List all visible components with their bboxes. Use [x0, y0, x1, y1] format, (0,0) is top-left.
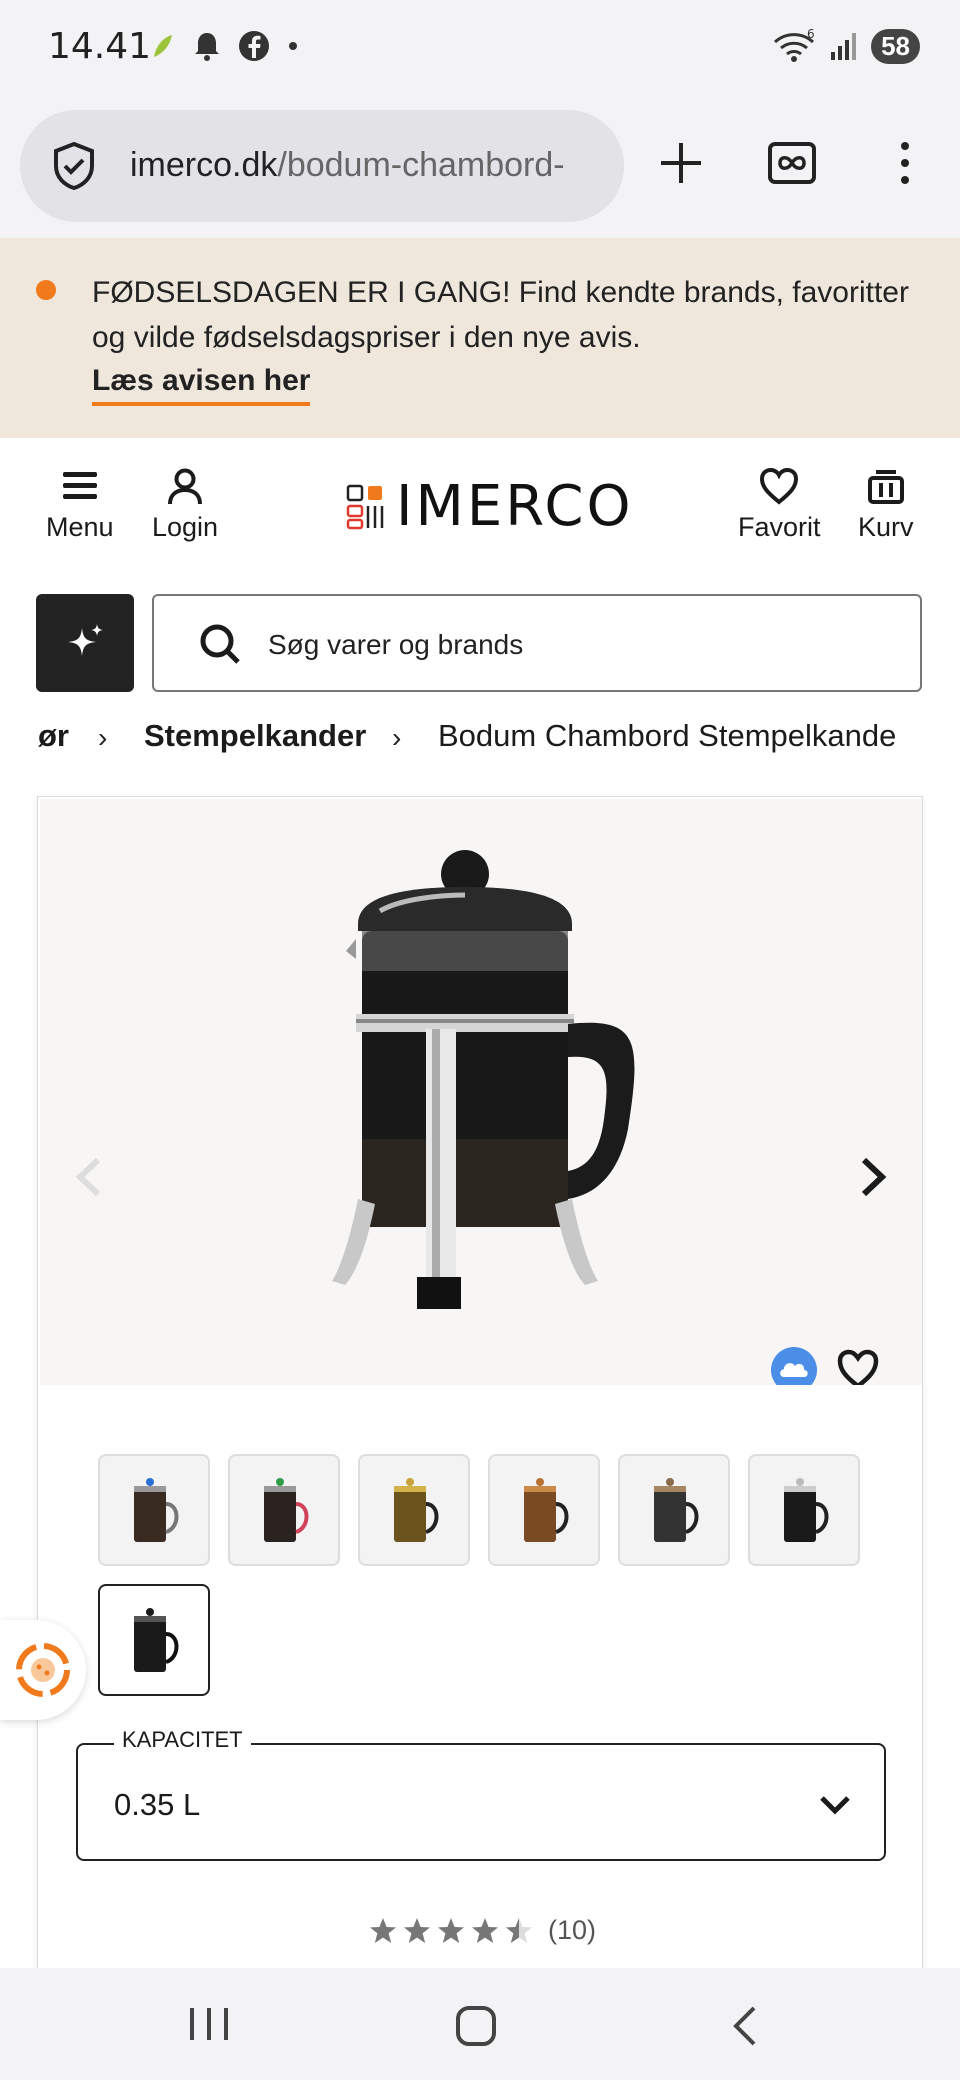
star-icon: [370, 1917, 396, 1943]
hamburger-icon: [62, 472, 97, 499]
url-host: imerco.dk: [130, 146, 278, 184]
back-icon[interactable]: [728, 2004, 762, 2048]
leaf-icon: [154, 35, 172, 57]
user-icon: [168, 468, 203, 505]
favorite-label: Favorit: [738, 512, 821, 542]
ai-assistant-button[interactable]: [36, 594, 134, 692]
promo-text: FØDSELSDAGEN ER I GANG! Find kendte bran…: [92, 276, 909, 354]
thumbnail[interactable]: [488, 1454, 600, 1566]
thumbnail[interactable]: [358, 1454, 470, 1566]
menu-label: Menu: [46, 512, 114, 542]
heart-icon: [760, 467, 799, 505]
french-press-thumb: [784, 1478, 829, 1542]
search-input[interactable]: Søg varer og brands: [152, 594, 922, 692]
recycle-icon: [16, 1643, 70, 1697]
french-press-thumb: [134, 1608, 179, 1672]
thumbnail[interactable]: [98, 1454, 210, 1566]
shield-icon[interactable]: [50, 140, 98, 192]
next-image-icon[interactable]: [856, 1154, 892, 1200]
more-options-icon[interactable]: [888, 138, 922, 188]
menu-button[interactable]: Menu: [46, 466, 114, 543]
french-press-thumb: [134, 1478, 179, 1542]
french-press-thumb: [394, 1478, 439, 1542]
search-row: Søg varer og brands: [0, 584, 960, 704]
french-press-thumb: [524, 1478, 569, 1542]
logo-mark-icon: [346, 484, 384, 529]
address-bar[interactable]: imerco.dk/bodum-chambord-: [20, 110, 624, 222]
logo-text: IMERCO: [396, 474, 634, 539]
battery-indicator: 58: [871, 28, 920, 64]
system-status: 6 58: [771, 28, 920, 64]
product-card: KAPACITET 0.35 L (10): [37, 796, 923, 1996]
chevron-right-icon: ›: [98, 722, 108, 753]
capacity-value: 0.35 L: [114, 1787, 201, 1822]
sparkle-icon: [68, 624, 103, 656]
capacity-select[interactable]: KAPACITET 0.35 L: [76, 1727, 886, 1861]
wifi-badge: 6: [807, 28, 815, 41]
status-time: 14.41: [48, 26, 152, 67]
promo-dot-icon: [36, 280, 56, 300]
cart-button[interactable]: Kurv: [858, 466, 914, 543]
star-icon: [472, 1917, 498, 1943]
favorites-button[interactable]: Favorit: [738, 466, 821, 543]
french-press-image: [332, 850, 635, 1309]
recent-apps-icon[interactable]: [186, 2004, 232, 2044]
heart-icon[interactable]: [835, 1347, 881, 1385]
url-text[interactable]: imerco.dk/bodum-chambord-: [130, 146, 565, 185]
login-button[interactable]: Login: [152, 466, 218, 543]
thumbnail[interactable]: [748, 1454, 860, 1566]
browser-toolbar: imerco.dk/bodum-chambord-: [0, 100, 960, 238]
chevron-down-icon: [820, 1796, 850, 1815]
notification-icons: [150, 30, 300, 62]
new-tab-icon[interactable]: [656, 138, 706, 188]
search-icon: [200, 624, 240, 664]
rating[interactable]: (10): [368, 1915, 596, 1946]
breadcrumb-current: Bodum Chambord Stempelkande: [438, 718, 897, 753]
half-star-icon: [506, 1917, 532, 1943]
promo-banner: FØDSELSDAGEN ER I GANG! Find kendte bran…: [0, 238, 960, 438]
breadcrumb-item[interactable]: ør: [38, 718, 69, 754]
signal-icon: [831, 33, 857, 60]
url-path: /bodum-chambord-: [277, 146, 565, 184]
bell-icon: [195, 33, 219, 61]
home-icon[interactable]: [454, 2004, 498, 2048]
star-icon: [404, 1917, 430, 1943]
thumbnail[interactable]: [228, 1454, 340, 1566]
tabs-icon[interactable]: [766, 138, 818, 188]
status-bar: 14.41 6 58: [0, 0, 960, 100]
product-image[interactable]: [40, 799, 922, 1385]
thumbnail-selected[interactable]: [98, 1584, 210, 1696]
chevron-right-icon: ›: [392, 722, 402, 753]
star-icon: [438, 1917, 464, 1943]
system-navigation-bar: [0, 1968, 960, 2080]
previous-image-icon[interactable]: [70, 1154, 106, 1200]
login-label: Login: [152, 512, 219, 542]
breadcrumb: ør › Stempelkander › Bodum Chambord Stem…: [0, 704, 960, 792]
promo-link[interactable]: Læs avisen her: [92, 364, 311, 406]
cart-label: Kurv: [858, 512, 914, 542]
capacity-label: KAPACITET: [114, 1727, 251, 1753]
site-header: Menu Login IMERCO Favorit Kurv: [0, 438, 960, 584]
breadcrumb-item[interactable]: Stempelkander: [144, 718, 366, 754]
thumbnail[interactable]: [618, 1454, 730, 1566]
dot-icon: [289, 42, 297, 50]
wifi-icon: 6: [774, 28, 815, 62]
rating-count: (10): [548, 1915, 597, 1945]
french-press-thumb: [654, 1478, 699, 1542]
cloud-icon[interactable]: [770, 1346, 818, 1385]
facebook-icon: [239, 31, 269, 61]
search-placeholder: Søg varer og brands: [268, 629, 524, 660]
basket-icon: [867, 470, 904, 504]
imerco-logo[interactable]: IMERCO: [346, 474, 634, 539]
french-press-thumb: [264, 1478, 309, 1542]
